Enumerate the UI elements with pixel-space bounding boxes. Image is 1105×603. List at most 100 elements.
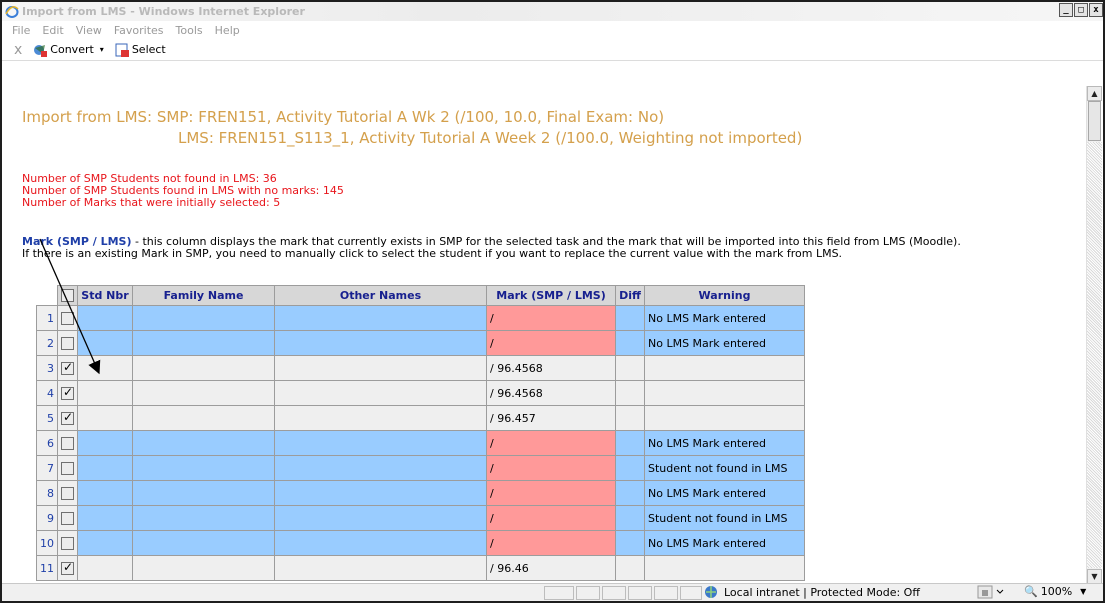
warning-cell: No LMS Mark entered <box>644 430 805 456</box>
mark-header[interactable]: Mark (SMP / LMS) <box>486 285 616 306</box>
row-number: 5 <box>36 405 58 431</box>
security-zone[interactable]: Local intranet | Protected Mode: Off <box>704 585 920 599</box>
diff-cell <box>615 455 645 481</box>
row-select-cell[interactable] <box>57 555 78 581</box>
scroll-up-icon[interactable]: ▲ <box>1087 86 1102 101</box>
other-names-cell <box>274 330 487 356</box>
scroll-down-icon[interactable]: ▼ <box>1087 569 1102 584</box>
table-row[interactable]: 9 / Student not found in LMS <box>36 505 805 531</box>
row-select-cell[interactable] <box>57 330 78 356</box>
row-checkbox[interactable] <box>61 436 74 450</box>
import-stats: Number of SMP Students not found in LMS:… <box>22 173 344 209</box>
diff-cell <box>615 405 645 431</box>
table-row[interactable]: 5 / 96.457 <box>36 405 805 431</box>
row-select-cell[interactable] <box>57 505 78 531</box>
other-names-cell <box>274 505 487 531</box>
page-title-lms: LMS: FREN151_S113_1, Activity Tutorial A… <box>178 129 803 147</box>
table-row[interactable]: 4 / 96.4568 <box>36 380 805 406</box>
window-title: Import from LMS - Windows Internet Explo… <box>22 5 305 18</box>
other-names-cell <box>274 405 487 431</box>
menu-help[interactable]: Help <box>215 24 240 37</box>
scroll-thumb[interactable] <box>1088 101 1101 141</box>
maximize-button[interactable]: □ <box>1074 3 1088 17</box>
menu-favorites[interactable]: Favorites <box>114 24 164 37</box>
row-select-cell[interactable] <box>57 355 78 381</box>
select-all-checkbox[interactable] <box>57 285 78 306</box>
row-select-cell[interactable] <box>57 455 78 481</box>
row-checkbox[interactable] <box>61 486 74 500</box>
mark-cell: / <box>486 430 616 456</box>
zoom-control[interactable]: 🔍 100% ▼ <box>1024 585 1086 598</box>
row-select-cell[interactable] <box>57 480 78 506</box>
table-header-row: Std Nbr Family Name Other Names Mark (SM… <box>36 285 805 306</box>
warning-header[interactable]: Warning <box>644 285 805 306</box>
row-checkbox[interactable] <box>61 410 74 425</box>
menu-edit[interactable]: Edit <box>42 24 63 37</box>
row-select-cell[interactable] <box>57 405 78 431</box>
warning-cell: No LMS Mark entered <box>644 530 805 556</box>
row-checkbox[interactable] <box>61 536 74 550</box>
table-row[interactable]: 11 / 96.46 <box>36 555 805 581</box>
mark-cell: / <box>486 480 616 506</box>
other-names-cell <box>274 480 487 506</box>
table-row[interactable]: 3 / 96.4568 <box>36 355 805 381</box>
protected-mode-icon[interactable] <box>977 585 1013 601</box>
warning-cell <box>644 380 805 406</box>
table-row[interactable]: 2 / No LMS Mark entered <box>36 330 805 356</box>
table-row[interactable]: 6 / No LMS Mark entered <box>36 430 805 456</box>
select-button[interactable]: Select <box>114 42 166 58</box>
vertical-scrollbar[interactable]: ▲ ▼ <box>1086 86 1102 584</box>
pdf-convert-icon <box>32 42 48 58</box>
chevron-down-icon: ▼ <box>1080 587 1087 596</box>
row-checkbox[interactable] <box>61 560 74 575</box>
checkbox[interactable] <box>61 289 74 303</box>
diff-cell <box>615 380 645 406</box>
close-toolbar-icon[interactable]: x <box>14 42 22 58</box>
other-names-header[interactable]: Other Names <box>274 285 487 306</box>
status-cell <box>628 586 652 600</box>
row-number: 10 <box>36 530 58 556</box>
std-nbr-cell <box>77 480 133 506</box>
status-cell <box>654 586 678 600</box>
other-names-cell <box>274 430 487 456</box>
table-row[interactable]: 7 / Student not found in LMS <box>36 455 805 481</box>
mark-cell: / <box>486 530 616 556</box>
table-row[interactable]: 8 / No LMS Mark entered <box>36 480 805 506</box>
row-checkbox[interactable] <box>61 511 74 525</box>
diff-cell <box>615 430 645 456</box>
status-cell <box>680 586 702 600</box>
chevron-down-icon: ▾ <box>99 45 104 54</box>
row-number: 8 <box>36 480 58 506</box>
diff-header[interactable]: Diff <box>615 285 645 306</box>
zoom-level: 100% <box>1040 585 1073 598</box>
row-checkbox[interactable] <box>61 385 74 400</box>
row-checkbox[interactable] <box>61 461 74 475</box>
menu-file[interactable]: File <box>12 24 30 37</box>
menu-tools[interactable]: Tools <box>176 24 203 37</box>
row-checkbox[interactable] <box>61 336 74 350</box>
other-names-cell <box>274 455 487 481</box>
menu-view[interactable]: View <box>76 24 102 37</box>
row-select-cell[interactable] <box>57 530 78 556</box>
scroll-track[interactable] <box>1087 142 1102 568</box>
row-select-cell[interactable] <box>57 305 78 331</box>
row-checkbox[interactable] <box>61 311 74 325</box>
row-checkbox[interactable] <box>61 360 74 375</box>
row-select-cell[interactable] <box>57 430 78 456</box>
diff-cell <box>615 555 645 581</box>
std-nbr-header[interactable]: Std Nbr <box>77 285 133 306</box>
table-row[interactable]: 1 / No LMS Mark entered <box>36 305 805 331</box>
page-title-smp: Import from LMS: SMP: FREN151, Activity … <box>22 108 665 126</box>
row-number: 1 <box>36 305 58 331</box>
std-nbr-cell <box>77 380 133 406</box>
table-row[interactable]: 10 / No LMS Mark entered <box>36 530 805 556</box>
row-number: 9 <box>36 505 58 531</box>
browser-window: Import from LMS - Windows Internet Explo… <box>0 0 1105 603</box>
convert-button[interactable]: Convert ▾ <box>32 42 104 58</box>
minimize-button[interactable]: _ <box>1059 3 1073 17</box>
std-nbr-cell <box>77 555 133 581</box>
family-name-header[interactable]: Family Name <box>132 285 275 306</box>
row-number: 4 <box>36 380 58 406</box>
row-select-cell[interactable] <box>57 380 78 406</box>
close-button[interactable]: x <box>1089 3 1103 17</box>
